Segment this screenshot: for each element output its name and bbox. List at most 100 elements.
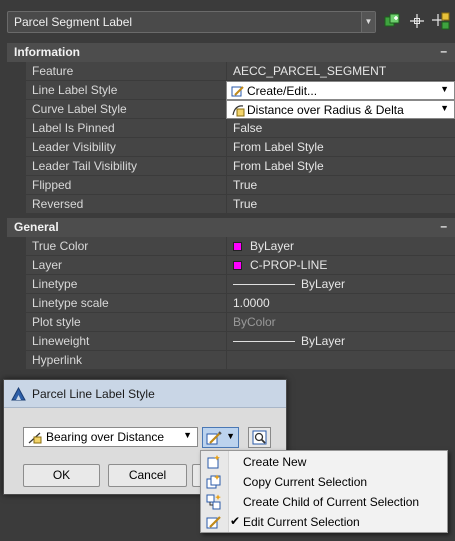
- category-title: Information: [14, 45, 80, 59]
- property-row-hyperlink: Hyperlink: [7, 351, 455, 370]
- toggle-pickadd-icon[interactable]: [432, 12, 450, 30]
- property-name: Feature: [26, 62, 226, 81]
- property-row-reversed: Reversed True: [7, 195, 455, 214]
- line-label-style-dropdown[interactable]: Create/Edit... ▼: [226, 81, 455, 100]
- menu-item-label: Create New: [243, 455, 307, 469]
- value-text: ByLayer: [301, 334, 346, 348]
- property-row-curve-label-style[interactable]: Curve Label Style Distance over Radius &…: [7, 100, 455, 119]
- label-style-combo[interactable]: Bearing over Distance ▼: [23, 427, 198, 447]
- property-value[interactable]: From Label Style: [226, 138, 455, 157]
- color-swatch: [233, 261, 242, 270]
- ok-button[interactable]: OK: [23, 464, 100, 487]
- property-row-label-pinned: Label Is Pinned False: [7, 119, 455, 138]
- label-style-icon: [28, 432, 42, 444]
- property-row-layer: Layer C-PROP-LINE: [7, 256, 455, 275]
- property-value[interactable]: False: [226, 119, 455, 138]
- object-type-label: Parcel Segment Label: [14, 15, 133, 29]
- property-name: Plot style: [26, 313, 226, 332]
- property-name: Layer: [26, 256, 226, 275]
- property-row-leader-tail-visibility: Leader Tail Visibility From Label Style: [7, 157, 455, 176]
- curve-label-style-dropdown[interactable]: Distance over Radius & Delta ▼: [226, 100, 455, 119]
- edit-style-icon: [206, 516, 221, 529]
- property-value: Create/Edit...: [247, 84, 318, 98]
- property-name: Leader Tail Visibility: [26, 157, 226, 176]
- style-edit-menu: Create New Copy Current Selection Create…: [200, 450, 448, 533]
- property-name: Reversed: [26, 195, 226, 214]
- label-style-icon: [232, 105, 245, 117]
- property-value: ByColor: [226, 313, 455, 332]
- property-name: Leader Visibility: [26, 138, 226, 157]
- chevron-down-icon[interactable]: ▼: [226, 431, 235, 441]
- linetype-sample: [233, 284, 295, 285]
- property-name: Hyperlink: [26, 351, 226, 370]
- property-name: Line Label Style: [26, 81, 226, 100]
- value-text: ByLayer: [301, 277, 346, 291]
- menu-item-create-child[interactable]: Create Child of Current Selection: [201, 492, 447, 512]
- property-value[interactable]: [226, 351, 455, 370]
- property-row-lineweight: Lineweight ByLayer: [7, 332, 455, 351]
- value-text: ByLayer: [250, 239, 295, 253]
- menu-item-edit-current-selection[interactable]: ✔ Edit Current Selection: [201, 512, 447, 532]
- autocad-app-icon: [11, 387, 26, 401]
- dialog-title-bar[interactable]: Parcel Line Label Style: [4, 380, 286, 408]
- chevron-down-icon[interactable]: ▼: [361, 12, 375, 32]
- chevron-down-icon[interactable]: ▼: [183, 430, 192, 440]
- property-value[interactable]: True: [226, 195, 455, 214]
- create-child-icon: [206, 494, 221, 510]
- property-row-linetype: Linetype ByLayer: [7, 275, 455, 294]
- cancel-button[interactable]: Cancel: [108, 464, 187, 487]
- combo-value: Bearing over Distance: [46, 430, 165, 444]
- information-rows: Feature AECC_PARCEL_SEGMENT Line Label S…: [7, 62, 455, 214]
- collapse-icon[interactable]: –: [440, 219, 447, 233]
- chevron-down-icon[interactable]: ▼: [440, 103, 449, 113]
- chevron-down-icon[interactable]: ▼: [440, 84, 449, 94]
- property-value: Distance over Radius & Delta: [247, 103, 404, 117]
- properties-header: Parcel Segment Label ▼: [0, 0, 455, 42]
- property-row-plot-style: Plot style ByColor: [7, 313, 455, 332]
- menu-item-create-new[interactable]: Create New: [201, 452, 447, 472]
- category-general[interactable]: General –: [7, 218, 455, 237]
- preview-button[interactable]: [248, 427, 271, 448]
- pick-object-icon[interactable]: [408, 12, 426, 30]
- menu-item-copy-current-selection[interactable]: Copy Current Selection: [201, 472, 447, 492]
- menu-item-label: Copy Current Selection: [243, 475, 368, 489]
- property-name: Flipped: [26, 176, 226, 195]
- property-value[interactable]: True: [226, 176, 455, 195]
- object-type-selector[interactable]: Parcel Segment Label ▼: [7, 11, 376, 33]
- edit-style-icon: [231, 86, 244, 97]
- property-value[interactable]: C-PROP-LINE: [226, 256, 455, 275]
- property-row-line-label-style[interactable]: Line Label Style Create/Edit... ▼: [7, 81, 455, 100]
- copy-style-icon: [206, 474, 221, 489]
- category-information[interactable]: Information –: [7, 43, 455, 62]
- lineweight-sample: [233, 341, 295, 342]
- property-name: Linetype scale: [26, 294, 226, 313]
- property-row-feature: Feature AECC_PARCEL_SEGMENT: [7, 62, 455, 81]
- create-new-icon: [207, 455, 220, 469]
- property-row-true-color: True Color ByLayer: [7, 237, 455, 256]
- property-name: Curve Label Style: [26, 100, 226, 119]
- property-value[interactable]: ByLayer: [226, 275, 455, 294]
- properties-palette: Information – Feature AECC_PARCEL_SEGMEN…: [7, 42, 455, 372]
- property-value[interactable]: 1.0000: [226, 294, 455, 313]
- style-edit-split-button[interactable]: ▼: [202, 427, 239, 448]
- menu-item-label: Create Child of Current Selection: [243, 495, 420, 509]
- property-value[interactable]: ByLayer: [226, 237, 455, 256]
- property-row-flipped: Flipped True: [7, 176, 455, 195]
- preview-magnify-icon: [252, 430, 267, 445]
- check-icon: ✔: [230, 514, 241, 528]
- quick-select-icon[interactable]: [383, 12, 401, 30]
- edit-style-icon: [206, 431, 222, 445]
- property-row-leader-visibility: Leader Visibility From Label Style: [7, 138, 455, 157]
- collapse-icon[interactable]: –: [440, 44, 447, 58]
- property-value[interactable]: From Label Style: [226, 157, 455, 176]
- general-rows: True Color ByLayer Layer C-PROP-LINE Lin…: [7, 237, 455, 370]
- property-name: Linetype: [26, 275, 226, 294]
- dialog-title: Parcel Line Label Style: [32, 387, 155, 401]
- menu-item-label: Edit Current Selection: [243, 515, 360, 529]
- category-title: General: [14, 220, 59, 234]
- property-value: AECC_PARCEL_SEGMENT: [226, 62, 455, 81]
- property-name: True Color: [26, 237, 226, 256]
- property-value[interactable]: ByLayer: [226, 332, 455, 351]
- color-swatch: [233, 242, 242, 251]
- property-name: Lineweight: [26, 332, 226, 351]
